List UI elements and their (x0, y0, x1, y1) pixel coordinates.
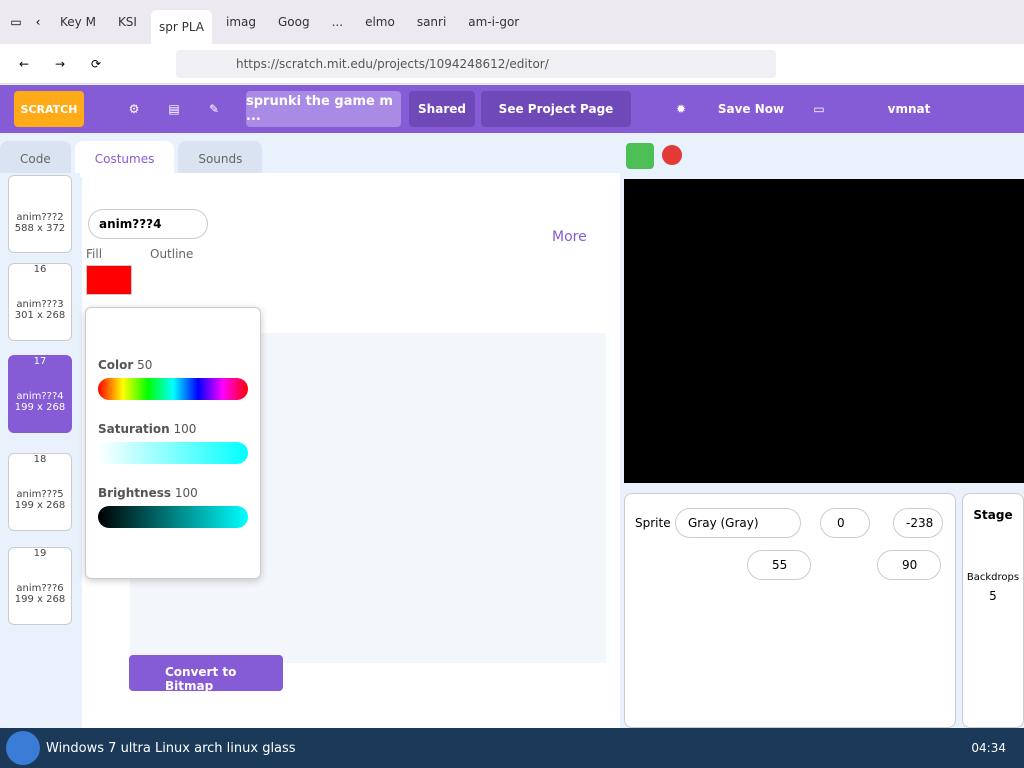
costume-num: 17 (33, 356, 47, 367)
file-menu-icon[interactable]: ▤ (154, 91, 194, 127)
x-field[interactable]: 0 (820, 508, 870, 538)
convert-bitmap-button[interactable]: Convert to Bitmap (129, 655, 283, 693)
color-slider[interactable] (98, 378, 248, 400)
tab-costumes[interactable]: Costumes (74, 141, 175, 177)
shared-button[interactable]: Shared (409, 91, 475, 127)
size-field[interactable]: 55 (747, 550, 811, 580)
costume-size: 588 x 372 (14, 223, 66, 234)
costume-item[interactable]: anim???2 588 x 372 (8, 175, 72, 253)
costume-item[interactable]: 18 anim???5 199 x 268 (8, 453, 72, 531)
stage-canvas[interactable] (624, 179, 1024, 483)
fill-swatch[interactable] (86, 265, 132, 295)
browser-tab-strip: ▭ ‹ Key M KSI spr PLA imag Goog ... elmo… (0, 0, 1024, 44)
color-picker-popup: Color 50 Saturation 100 Brightness 100 (85, 307, 261, 579)
browser-tab[interactable]: imag (218, 6, 264, 38)
costume-size: 301 x 268 (14, 310, 66, 321)
stage-title: Stage (973, 508, 1013, 522)
brightness-slider[interactable] (98, 506, 248, 528)
sprite-name-field[interactable]: Gray (Gray) (675, 508, 801, 538)
saturation-slider[interactable] (98, 442, 248, 464)
start-text: Windows 7 ultra Linux arch linux glass (46, 740, 296, 756)
scratch-logo[interactable]: SCRATCH (14, 91, 84, 127)
settings-icon[interactable]: ⚙ (114, 91, 154, 127)
costume-num: 16 (33, 264, 47, 275)
y-field[interactable]: -238 (893, 508, 943, 538)
reload-icon[interactable]: ⟳ (88, 56, 104, 72)
backdrops-count: 5 (989, 589, 997, 603)
outline-label: Outline (150, 247, 194, 261)
tab-list-icon[interactable]: ▭ (8, 14, 24, 30)
costume-item-selected[interactable]: 17 anim???4 199 x 268 (8, 355, 72, 433)
costume-size: 199 x 268 (14, 594, 66, 605)
costume-num: 19 (33, 548, 47, 559)
costume-name: anim???5 (16, 489, 64, 500)
tutorial-icon[interactable]: ✹ (661, 91, 701, 127)
costume-name: anim???6 (16, 583, 64, 594)
costume-list: anim???2 588 x 372 16 anim???3 301 x 268 17… (0, 173, 80, 728)
costume-name: anim???3 (16, 299, 64, 310)
costume-size: 199 x 268 (14, 500, 66, 511)
browser-tab[interactable]: KSI (110, 6, 145, 38)
browser-tab[interactable]: ... (324, 6, 351, 38)
brightness-label: Brightness 100 (98, 486, 198, 500)
stage-panel: Stage Backdrops 5 (962, 493, 1024, 728)
username[interactable]: vmnat (869, 91, 949, 127)
direction-field[interactable]: 90 (877, 550, 941, 580)
url-bar[interactable]: https://scratch.mit.edu/projects/1094248… (176, 50, 776, 78)
scratch-menubar: SCRATCH ⚙ ▤ ✎ sprunki the game m ... Sha… (0, 85, 1024, 133)
tab-code[interactable]: Code (0, 141, 71, 177)
clock[interactable]: 04:34 (971, 741, 1006, 755)
browser-tab[interactable]: am-i-gor (460, 6, 527, 38)
costume-item[interactable]: 19 anim???6 199 x 268 (8, 547, 72, 625)
my-stuff-icon[interactable]: ▭ (799, 91, 839, 127)
sprite-label: Sprite (635, 516, 671, 530)
see-project-button[interactable]: See Project Page (481, 91, 631, 127)
costume-name: anim???4 (16, 391, 64, 402)
tab-back-icon[interactable]: ‹ (30, 14, 46, 30)
forward-icon[interactable]: → (52, 56, 68, 72)
project-title-field[interactable]: sprunki the game m ... (246, 91, 401, 127)
color-label: Color 50 (98, 358, 153, 372)
tab-sounds[interactable]: Sounds (178, 141, 263, 177)
costume-name-field[interactable]: anim???4 (88, 209, 208, 239)
more-button[interactable]: More (552, 229, 587, 245)
costume-size: 199 x 268 (14, 402, 66, 413)
fill-label: Fill (86, 247, 103, 261)
start-button[interactable] (6, 731, 40, 765)
stop-icon[interactable] (662, 145, 682, 165)
saturation-label: Saturation 100 (98, 422, 197, 436)
sprite-info-panel: Sprite Gray (Gray) 0 -238 55 90 (624, 493, 956, 728)
backdrops-label: Backdrops (966, 572, 1020, 583)
edit-menu-icon[interactable]: ✎ (194, 91, 234, 127)
browser-tab[interactable]: elmo (357, 6, 403, 38)
back-icon[interactable]: ← (16, 56, 32, 72)
costume-item[interactable]: 16 anim???3 301 x 268 (8, 263, 72, 341)
browser-tab[interactable]: Key M (52, 6, 104, 38)
browser-tab[interactable]: Goog (270, 6, 318, 38)
costume-name: anim???2 (16, 212, 64, 223)
costume-num: 18 (33, 454, 47, 465)
green-flag-icon[interactable] (626, 143, 654, 169)
save-now-button[interactable]: Save Now (711, 91, 791, 127)
system-taskbar: Windows 7 ultra Linux arch linux glass 0… (0, 728, 1024, 768)
browser-tab-active[interactable]: spr PLA (150, 10, 212, 44)
browser-tab[interactable]: sanri (409, 6, 454, 38)
